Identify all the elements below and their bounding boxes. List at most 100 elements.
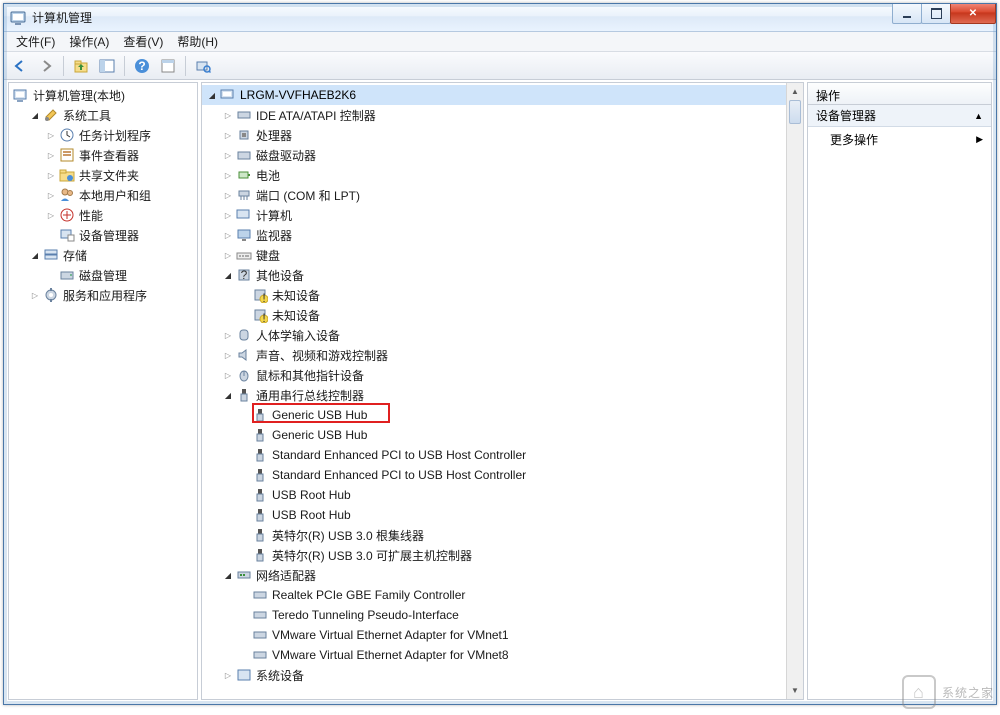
- device-root[interactable]: LRGM-VVFHAEB2K6: [202, 85, 786, 105]
- tree-storage[interactable]: 存储: [9, 245, 197, 265]
- scroll-down-button[interactable]: ▼: [787, 682, 803, 699]
- expand-icon[interactable]: [222, 349, 234, 361]
- expand-icon[interactable]: [206, 89, 218, 101]
- network-icon: [236, 567, 252, 583]
- expand-icon[interactable]: [222, 249, 234, 261]
- tree-systools[interactable]: 系统工具: [9, 105, 197, 125]
- actions-category[interactable]: 设备管理器▲: [808, 105, 991, 127]
- keyboard-icon: [236, 247, 252, 263]
- tree-services-apps[interactable]: 服务和应用程序: [9, 285, 197, 305]
- expand-icon[interactable]: [222, 229, 234, 241]
- menu-file[interactable]: 文件(F): [10, 31, 61, 52]
- show-hide-tree-button[interactable]: [95, 55, 119, 77]
- forward-button[interactable]: [34, 55, 58, 77]
- device-cat[interactable]: 鼠标和其他指针设备: [202, 365, 786, 385]
- device-cat[interactable]: 通用串行总线控制器: [202, 385, 786, 405]
- expand-icon[interactable]: [222, 169, 234, 181]
- device-cat[interactable]: 声音、视频和游戏控制器: [202, 345, 786, 365]
- device-cat[interactable]: IDE ATA/ATAPI 控制器: [202, 105, 786, 125]
- maximize-button[interactable]: [921, 4, 951, 24]
- device-cat[interactable]: 电池: [202, 165, 786, 185]
- tree-label: 英特尔(R) USB 3.0 根集线器: [272, 527, 424, 544]
- device-cat[interactable]: 网络适配器: [202, 565, 786, 585]
- nic-icon: [252, 647, 268, 663]
- tree-label: Standard Enhanced PCI to USB Host Contro…: [272, 448, 526, 462]
- nic-icon: [252, 627, 268, 643]
- device-item[interactable]: Standard Enhanced PCI to USB Host Contro…: [202, 465, 786, 485]
- device-item[interactable]: Realtek PCIe GBE Family Controller: [202, 585, 786, 605]
- usb-icon: [236, 387, 252, 403]
- device-item[interactable]: !未知设备: [202, 285, 786, 305]
- device-item[interactable]: Standard Enhanced PCI to USB Host Contro…: [202, 445, 786, 465]
- title-bar[interactable]: 计算机管理: [4, 4, 996, 32]
- device-cat[interactable]: 键盘: [202, 245, 786, 265]
- console-tree-pane[interactable]: 计算机管理(本地) 系统工具 任务计划程序 事件查看器 共享文件夹 本地用户和组…: [8, 82, 198, 700]
- expand-icon[interactable]: [222, 329, 234, 341]
- expand-icon[interactable]: [45, 209, 57, 221]
- device-item[interactable]: Generic USB Hub: [202, 425, 786, 445]
- tree-shared-folders[interactable]: 共享文件夹: [9, 165, 197, 185]
- menu-action[interactable]: 操作(A): [63, 31, 115, 52]
- expand-icon[interactable]: [29, 109, 41, 121]
- expand-icon[interactable]: [222, 149, 234, 161]
- expand-icon[interactable]: [45, 189, 57, 201]
- device-item[interactable]: VMware Virtual Ethernet Adapter for VMne…: [202, 625, 786, 645]
- device-item-usb1[interactable]: Generic USB Hub: [202, 405, 786, 425]
- tree-device-manager[interactable]: 设备管理器: [9, 225, 197, 245]
- device-item[interactable]: Teredo Tunneling Pseudo-Interface: [202, 605, 786, 625]
- device-item[interactable]: VMware Virtual Ethernet Adapter for VMne…: [202, 645, 786, 665]
- tree-local-users[interactable]: 本地用户和组: [9, 185, 197, 205]
- tree-performance[interactable]: 性能: [9, 205, 197, 225]
- device-cat[interactable]: 处理器: [202, 125, 786, 145]
- device-cat[interactable]: 磁盘驱动器: [202, 145, 786, 165]
- tree-label: 未知设备: [272, 307, 320, 324]
- device-tree-pane[interactable]: LRGM-VVFHAEB2K6 IDE ATA/ATAPI 控制器 处理器 磁盘…: [201, 82, 804, 700]
- vertical-scrollbar[interactable]: ▲ ▼: [786, 83, 803, 699]
- device-item[interactable]: USB Root Hub: [202, 485, 786, 505]
- expand-icon[interactable]: [45, 129, 57, 141]
- actions-more[interactable]: 更多操作▶: [808, 127, 991, 152]
- device-cat[interactable]: 端口 (COM 和 LPT): [202, 185, 786, 205]
- device-item[interactable]: 英特尔(R) USB 3.0 可扩展主机控制器: [202, 545, 786, 565]
- back-button[interactable]: [8, 55, 32, 77]
- device-cat[interactable]: 系统设备: [202, 665, 786, 685]
- expand-icon[interactable]: [45, 169, 57, 181]
- expand-icon[interactable]: [222, 389, 234, 401]
- unknown-device-icon: !: [252, 307, 268, 323]
- properties-button[interactable]: [156, 55, 180, 77]
- tree-event-viewer[interactable]: 事件查看器: [9, 145, 197, 165]
- tree-disk-mgmt[interactable]: 磁盘管理: [9, 265, 197, 285]
- tree-task-scheduler[interactable]: 任务计划程序: [9, 125, 197, 145]
- collapse-icon[interactable]: ▲: [974, 111, 983, 121]
- expand-icon[interactable]: [222, 129, 234, 141]
- expand-icon[interactable]: [45, 149, 57, 161]
- expand-icon[interactable]: [222, 209, 234, 221]
- device-cat[interactable]: 监视器: [202, 225, 786, 245]
- device-item[interactable]: !未知设备: [202, 305, 786, 325]
- scan-hardware-button[interactable]: [191, 55, 215, 77]
- scroll-thumb[interactable]: [789, 100, 801, 124]
- expand-icon[interactable]: [29, 249, 41, 261]
- close-button[interactable]: [950, 4, 996, 24]
- expand-icon[interactable]: [222, 369, 234, 381]
- menu-help[interactable]: 帮助(H): [171, 31, 224, 52]
- tree-root[interactable]: 计算机管理(本地): [9, 85, 197, 105]
- expand-icon[interactable]: [222, 269, 234, 281]
- device-item[interactable]: USB Root Hub: [202, 505, 786, 525]
- expand-icon[interactable]: [222, 109, 234, 121]
- expand-icon[interactable]: [222, 669, 234, 681]
- minimize-button[interactable]: [892, 4, 922, 24]
- menu-view[interactable]: 查看(V): [117, 31, 169, 52]
- scroll-up-button[interactable]: ▲: [787, 83, 803, 100]
- up-button[interactable]: [69, 55, 93, 77]
- device-cat[interactable]: 人体学输入设备: [202, 325, 786, 345]
- help-button[interactable]: ?: [130, 55, 154, 77]
- expand-icon[interactable]: [222, 569, 234, 581]
- device-cat[interactable]: ?其他设备: [202, 265, 786, 285]
- performance-icon: [59, 207, 75, 223]
- expand-icon[interactable]: [222, 189, 234, 201]
- device-item[interactable]: 英特尔(R) USB 3.0 根集线器: [202, 525, 786, 545]
- tree-label: 系统设备: [256, 667, 304, 684]
- device-cat[interactable]: 计算机: [202, 205, 786, 225]
- expand-icon[interactable]: [29, 289, 41, 301]
